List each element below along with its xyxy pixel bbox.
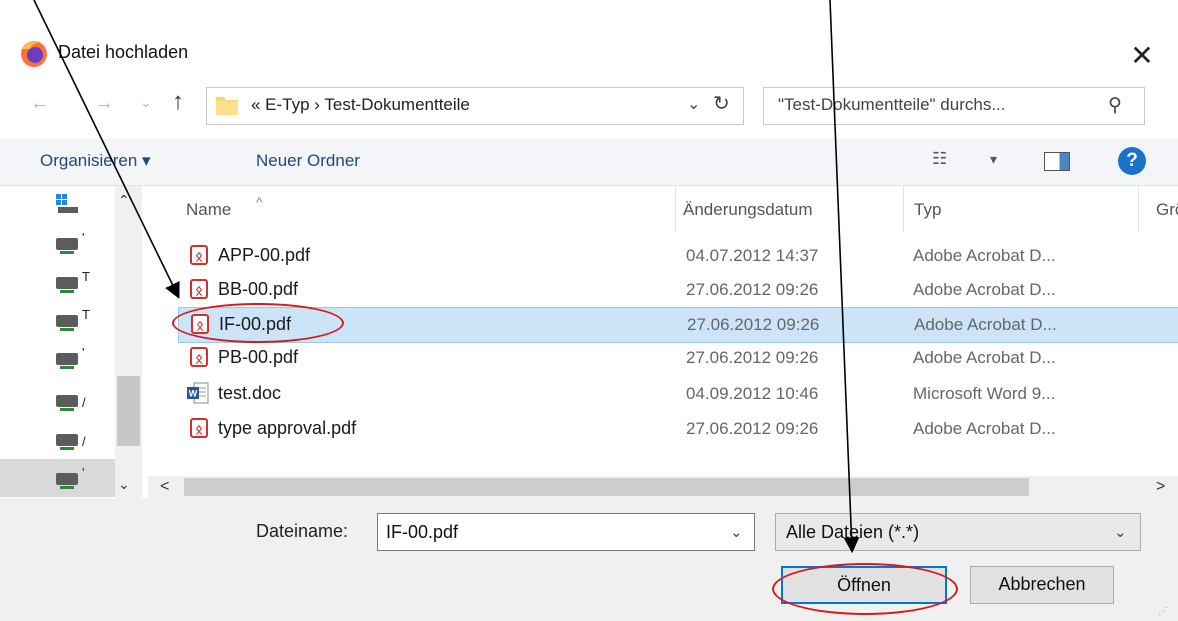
file-type-filter-select[interactable]: Alle Dateien (*.*) ⌄: [775, 513, 1141, 551]
pdf-file-icon: ᛟ: [190, 418, 208, 438]
file-row[interactable]: ᛟ type approval.pdf 27.06.2012 09:26 Ado…: [178, 412, 1178, 446]
network-drive-icon: [56, 473, 78, 489]
file-type: Adobe Acrobat D...: [913, 419, 1056, 438]
file-date: 27.06.2012 09:26: [686, 280, 819, 299]
scroll-right-icon[interactable]: >: [1156, 478, 1165, 496]
file-row[interactable]: W test.doc 04.09.2012 10:46 Microsoft Wo…: [178, 377, 1178, 411]
open-button[interactable]: Öffnen: [781, 566, 947, 604]
column-header-name[interactable]: Name ^: [186, 194, 263, 220]
drive-icon: [56, 238, 78, 254]
view-options-icon[interactable]: ☷: [932, 149, 947, 169]
close-icon[interactable]: ✕: [1122, 36, 1162, 76]
address-dropdown-icon[interactable]: ⌄: [687, 94, 700, 114]
column-divider[interactable]: [675, 186, 676, 232]
nav-item-label: ': [82, 465, 85, 480]
file-row[interactable]: ᛟ APP-00.pdf 04.07.2012 14:37 Adobe Acro…: [178, 239, 1178, 273]
word-document-icon: W: [186, 381, 210, 405]
scroll-up-icon[interactable]: ⌃: [118, 192, 130, 209]
file-date: 27.06.2012 09:26: [687, 315, 820, 334]
column-header-size[interactable]: Grö: [1156, 200, 1178, 220]
recent-locations-dropdown-icon[interactable]: ⌄: [140, 94, 152, 111]
file-type: Adobe Acrobat D...: [914, 315, 1057, 334]
pdf-file-icon: ᛟ: [191, 314, 209, 334]
new-folder-button[interactable]: Neuer Ordner: [256, 151, 360, 171]
file-type-filter-value: Alle Dateien (*.*): [786, 522, 920, 542]
horizontal-scroll-thumb[interactable]: [184, 478, 1029, 496]
sort-ascending-icon: ^: [256, 194, 263, 210]
address-bar[interactable]: « E-Typ › Test-Dokumentteile ⌄ ↻: [206, 87, 744, 125]
svg-text:W: W: [189, 389, 198, 399]
network-drive-icon: [56, 434, 78, 450]
filename-input[interactable]: IF-00.pdf ⌄: [377, 513, 755, 551]
file-type: Adobe Acrobat D...: [913, 246, 1056, 265]
refresh-icon[interactable]: ↻: [713, 91, 730, 116]
nav-item-label: ': [82, 230, 85, 245]
nav-item-label: ': [82, 345, 85, 360]
window-title: Datei hochladen: [58, 42, 189, 62]
filename-value: IF-00.pdf: [386, 522, 459, 542]
network-icon: [56, 194, 78, 214]
column-header-label: Name: [186, 200, 232, 219]
nav-item-label: T: [82, 307, 90, 322]
firefox-icon: [18, 37, 50, 69]
column-header-type[interactable]: Typ: [914, 200, 941, 220]
file-name: type approval.pdf: [218, 418, 357, 438]
file-list: Name ^ Änderungsdatum Typ Grö ᛟ APP-00.p…: [148, 186, 1178, 476]
file-date: 27.06.2012 09:26: [686, 419, 819, 438]
network-drive-icon: [56, 395, 78, 411]
back-arrow-icon[interactable]: ←: [30, 92, 50, 115]
filename-history-dropdown-icon[interactable]: ⌄: [730, 523, 743, 541]
filename-label: Dateiname:: [256, 521, 349, 541]
scroll-left-icon[interactable]: <: [160, 478, 169, 496]
command-bar: Organisieren ▾ Neuer Ordner ☷ ▾ ?: [0, 139, 1178, 186]
navigation-pane: ' T T ' / / ' ⌃ ⌄: [0, 186, 148, 498]
column-divider[interactable]: [903, 186, 904, 232]
network-drive-icon: [56, 315, 78, 331]
file-name: APP-00.pdf: [218, 245, 311, 265]
up-arrow-icon[interactable]: ↑: [172, 88, 184, 116]
chevron-down-icon[interactable]: ⌄: [1114, 523, 1127, 541]
file-name: PB-00.pdf: [218, 347, 299, 367]
search-placeholder: "Test-Dokumentteile" durchs...: [778, 95, 1006, 114]
file-name: test.doc: [218, 383, 282, 403]
resize-grip-icon[interactable]: ⋰: [1158, 606, 1168, 617]
search-icon[interactable]: ⚲: [1108, 94, 1122, 117]
pdf-file-icon: ᛟ: [190, 347, 208, 367]
horizontal-scrollbar[interactable]: < >: [148, 476, 1178, 498]
forward-arrow-icon[interactable]: →: [94, 92, 114, 115]
title-bar: Datei hochladen ✕: [0, 0, 1178, 85]
cancel-button[interactable]: Abbrechen: [970, 566, 1114, 604]
bottom-panel: Dateiname: IF-00.pdf ⌄ Alle Dateien (*.*…: [0, 498, 1178, 621]
file-row-selected[interactable]: ᛟ IF-00.pdf 27.06.2012 09:26 Adobe Acrob…: [178, 307, 1178, 343]
file-date: 27.06.2012 09:26: [686, 348, 819, 367]
file-name: IF-00.pdf: [219, 314, 292, 334]
file-type: Adobe Acrobat D...: [913, 280, 1056, 299]
file-date: 04.07.2012 14:37: [686, 246, 819, 265]
pdf-file-icon: ᛟ: [190, 279, 208, 299]
column-divider[interactable]: [1138, 186, 1139, 232]
view-dropdown-icon[interactable]: ▾: [990, 151, 997, 168]
pdf-file-icon: ᛟ: [190, 245, 208, 265]
column-header-date[interactable]: Änderungsdatum: [683, 200, 812, 220]
network-drive-icon: [56, 277, 78, 293]
search-input[interactable]: "Test-Dokumentteile" durchs... ⚲: [763, 87, 1145, 125]
folder-icon: [215, 93, 239, 117]
file-date: 04.09.2012 10:46: [686, 384, 819, 403]
preview-pane-icon[interactable]: [1044, 152, 1070, 171]
network-drive-icon: [56, 353, 78, 369]
organize-menu-button[interactable]: Organisieren ▾: [40, 151, 151, 171]
nav-item-label: /: [82, 434, 86, 449]
nav-scrollbar[interactable]: ⌃ ⌄: [115, 186, 142, 498]
file-type: Microsoft Word 9...: [913, 384, 1056, 403]
nav-scroll-thumb[interactable]: [117, 376, 140, 446]
file-row[interactable]: ᛟ BB-00.pdf 27.06.2012 09:26 Adobe Acrob…: [178, 273, 1178, 307]
scroll-down-icon[interactable]: ⌄: [118, 476, 130, 493]
file-row[interactable]: ᛟ PB-00.pdf 27.06.2012 09:26 Adobe Acrob…: [178, 341, 1178, 375]
breadcrumb[interactable]: « E-Typ › Test-Dokumentteile: [251, 95, 470, 115]
help-icon[interactable]: ?: [1118, 147, 1146, 175]
file-name: BB-00.pdf: [218, 279, 299, 299]
nav-item-label: T: [82, 269, 90, 284]
nav-item-label: /: [82, 395, 86, 410]
file-type: Adobe Acrobat D...: [913, 348, 1056, 367]
